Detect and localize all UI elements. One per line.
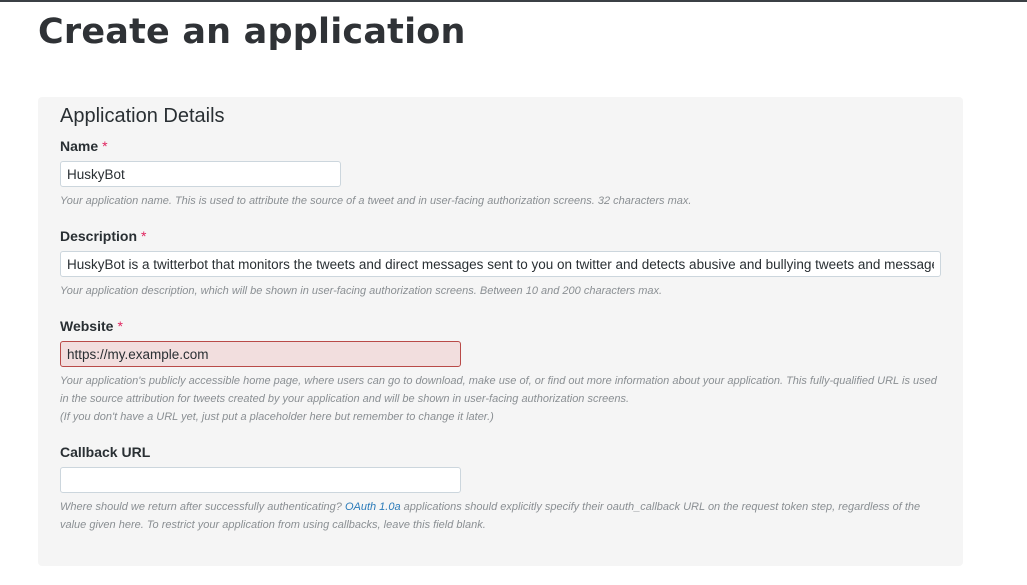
callback-url-label: Callback URL — [60, 444, 150, 460]
description-label: Description * — [60, 228, 146, 244]
oauth-link[interactable]: OAuth 1.0a — [345, 501, 401, 513]
top-border — [0, 0, 1027, 2]
callback-url-input[interactable] — [60, 467, 461, 493]
name-input[interactable] — [60, 161, 341, 187]
callback-url-help: Where should we return after successfull… — [60, 498, 940, 534]
description-input[interactable] — [60, 251, 941, 277]
callback-url-label-text: Callback URL — [60, 444, 151, 460]
required-marker: * — [102, 138, 108, 154]
website-help-line2: (If you don't have a URL yet, just put a… — [60, 411, 494, 423]
required-marker: * — [141, 228, 147, 244]
section-title: Application Details — [60, 105, 225, 127]
website-label: Website * — [60, 318, 123, 334]
application-details-panel: Application Details Name* Your applicati… — [38, 97, 963, 566]
page-title: Create an application — [38, 12, 466, 52]
required-marker: * — [117, 318, 123, 334]
name-help: Your application name. This is used to a… — [60, 195, 692, 207]
website-help: Your application's publicly accessible h… — [60, 372, 940, 426]
name-label: Name * — [60, 138, 108, 154]
website-help-line1: Your application's publicly accessible h… — [60, 375, 937, 405]
description-help: Your application description, which will… — [60, 285, 663, 297]
name-label-text: Name — [60, 138, 99, 154]
callback-help-before: Where should we return after successfull… — [60, 501, 345, 513]
website-input[interactable] — [60, 341, 461, 367]
description-label-text: Description — [60, 228, 138, 244]
website-label-text: Website — [60, 318, 114, 334]
